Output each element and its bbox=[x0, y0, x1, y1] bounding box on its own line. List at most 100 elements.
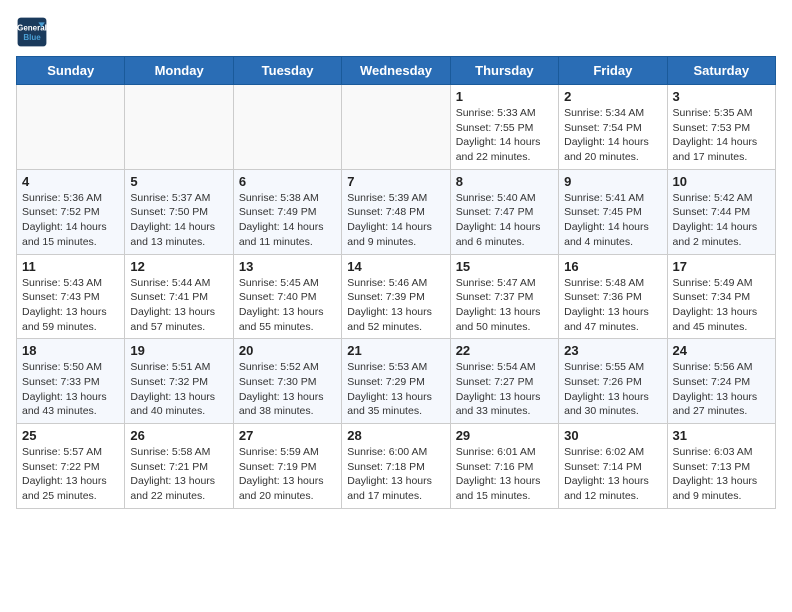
calendar-cell: 17 Sunrise: 5:49 AMSunset: 7:34 PMDayligh… bbox=[667, 254, 775, 339]
day-info: Sunrise: 5:56 AMSunset: 7:24 PMDaylight:… bbox=[673, 360, 770, 419]
day-number: 8 bbox=[456, 174, 553, 189]
calendar-table: SundayMondayTuesdayWednesdayThursdayFrid… bbox=[16, 56, 776, 509]
calendar-cell: 2 Sunrise: 5:34 AMSunset: 7:54 PMDaylight… bbox=[559, 85, 667, 170]
calendar-cell: 8 Sunrise: 5:40 AMSunset: 7:47 PMDaylight… bbox=[450, 169, 558, 254]
day-info: Sunrise: 5:46 AMSunset: 7:39 PMDaylight:… bbox=[347, 276, 444, 335]
day-header-wednesday: Wednesday bbox=[342, 57, 450, 85]
day-info: Sunrise: 6:00 AMSunset: 7:18 PMDaylight:… bbox=[347, 445, 444, 504]
day-number: 6 bbox=[239, 174, 336, 189]
calendar-cell: 15 Sunrise: 5:47 AMSunset: 7:37 PMDayligh… bbox=[450, 254, 558, 339]
day-info: Sunrise: 5:53 AMSunset: 7:29 PMDaylight:… bbox=[347, 360, 444, 419]
calendar-cell: 4 Sunrise: 5:36 AMSunset: 7:52 PMDaylight… bbox=[17, 169, 125, 254]
day-info: Sunrise: 5:50 AMSunset: 7:33 PMDaylight:… bbox=[22, 360, 119, 419]
header: General Blue bbox=[16, 16, 776, 48]
day-number: 31 bbox=[673, 428, 770, 443]
day-info: Sunrise: 5:39 AMSunset: 7:48 PMDaylight:… bbox=[347, 191, 444, 250]
calendar-cell: 1 Sunrise: 5:33 AMSunset: 7:55 PMDaylight… bbox=[450, 85, 558, 170]
calendar-cell: 24 Sunrise: 5:56 AMSunset: 7:24 PMDayligh… bbox=[667, 339, 775, 424]
calendar-cell bbox=[233, 85, 341, 170]
day-info: Sunrise: 5:34 AMSunset: 7:54 PMDaylight:… bbox=[564, 106, 661, 165]
day-info: Sunrise: 5:51 AMSunset: 7:32 PMDaylight:… bbox=[130, 360, 227, 419]
day-number: 25 bbox=[22, 428, 119, 443]
calendar-cell: 16Sunrise: 5:48 AMSunset: 7:36 PMDayligh… bbox=[559, 254, 667, 339]
logo-icon: General Blue bbox=[16, 16, 48, 48]
day-info: Sunrise: 6:01 AMSunset: 7:16 PMDaylight:… bbox=[456, 445, 553, 504]
calendar-cell: 19 Sunrise: 5:51 AMSunset: 7:32 PMDayligh… bbox=[125, 339, 233, 424]
calendar-cell: 18 Sunrise: 5:50 AMSunset: 7:33 PMDayligh… bbox=[17, 339, 125, 424]
day-info: Sunrise: 5:40 AMSunset: 7:47 PMDaylight:… bbox=[456, 191, 553, 250]
calendar-cell: 13Sunrise: 5:45 AMSunset: 7:40 PMDayligh… bbox=[233, 254, 341, 339]
day-number: 17 bbox=[673, 259, 770, 274]
day-number: 29 bbox=[456, 428, 553, 443]
day-number: 28 bbox=[347, 428, 444, 443]
day-header-sunday: Sunday bbox=[17, 57, 125, 85]
day-info: Sunrise: 5:33 AMSunset: 7:55 PMDaylight:… bbox=[456, 106, 553, 165]
day-info: Sunrise: 5:42 AMSunset: 7:44 PMDaylight:… bbox=[673, 191, 770, 250]
day-number: 18 bbox=[22, 343, 119, 358]
day-number: 22 bbox=[456, 343, 553, 358]
day-number: 4 bbox=[22, 174, 119, 189]
week-row-5: 25 Sunrise: 5:57 AMSunset: 7:22 PMDayligh… bbox=[17, 424, 776, 509]
calendar-cell: 6 Sunrise: 5:38 AMSunset: 7:49 PMDaylight… bbox=[233, 169, 341, 254]
calendar-cell: 23 Sunrise: 5:55 AMSunset: 7:26 PMDayligh… bbox=[559, 339, 667, 424]
day-info: Sunrise: 5:55 AMSunset: 7:26 PMDaylight:… bbox=[564, 360, 661, 419]
day-number: 14 bbox=[347, 259, 444, 274]
day-number: 19 bbox=[130, 343, 227, 358]
day-info: Sunrise: 5:49 AMSunset: 7:34 PMDaylight:… bbox=[673, 276, 770, 335]
calendar-cell: 29 Sunrise: 6:01 AMSunset: 7:16 PMDayligh… bbox=[450, 424, 558, 509]
day-info: Sunrise: 6:03 AMSunset: 7:13 PMDaylight:… bbox=[673, 445, 770, 504]
calendar-cell: 5 Sunrise: 5:37 AMSunset: 7:50 PMDaylight… bbox=[125, 169, 233, 254]
day-number: 3 bbox=[673, 89, 770, 104]
day-info: Sunrise: 5:47 AMSunset: 7:37 PMDaylight:… bbox=[456, 276, 553, 335]
svg-text:Blue: Blue bbox=[23, 33, 41, 42]
calendar-cell: 21Sunrise: 5:53 AMSunset: 7:29 PMDayligh… bbox=[342, 339, 450, 424]
day-info: Sunrise: 5:52 AMSunset: 7:30 PMDaylight:… bbox=[239, 360, 336, 419]
day-number: 11 bbox=[22, 259, 119, 274]
calendar-cell: 12Sunrise: 5:44 AMSunset: 7:41 PMDayligh… bbox=[125, 254, 233, 339]
header-row: SundayMondayTuesdayWednesdayThursdayFrid… bbox=[17, 57, 776, 85]
day-number: 7 bbox=[347, 174, 444, 189]
day-header-monday: Monday bbox=[125, 57, 233, 85]
calendar-cell: 7 Sunrise: 5:39 AMSunset: 7:48 PMDaylight… bbox=[342, 169, 450, 254]
calendar-cell bbox=[342, 85, 450, 170]
day-info: Sunrise: 5:35 AMSunset: 7:53 PMDaylight:… bbox=[673, 106, 770, 165]
day-header-saturday: Saturday bbox=[667, 57, 775, 85]
day-info: Sunrise: 5:36 AMSunset: 7:52 PMDaylight:… bbox=[22, 191, 119, 250]
day-header-thursday: Thursday bbox=[450, 57, 558, 85]
day-header-friday: Friday bbox=[559, 57, 667, 85]
calendar-cell: 27 Sunrise: 5:59 AMSunset: 7:19 PMDayligh… bbox=[233, 424, 341, 509]
calendar-cell: 14 Sunrise: 5:46 AMSunset: 7:39 PMDayligh… bbox=[342, 254, 450, 339]
calendar-cell: 20Sunrise: 5:52 AMSunset: 7:30 PMDayligh… bbox=[233, 339, 341, 424]
day-info: Sunrise: 5:57 AMSunset: 7:22 PMDaylight:… bbox=[22, 445, 119, 504]
day-number: 13 bbox=[239, 259, 336, 274]
day-info: Sunrise: 5:41 AMSunset: 7:45 PMDaylight:… bbox=[564, 191, 661, 250]
day-info: Sunrise: 5:59 AMSunset: 7:19 PMDaylight:… bbox=[239, 445, 336, 504]
day-info: Sunrise: 6:02 AMSunset: 7:14 PMDaylight:… bbox=[564, 445, 661, 504]
day-number: 10 bbox=[673, 174, 770, 189]
day-number: 15 bbox=[456, 259, 553, 274]
week-row-4: 18 Sunrise: 5:50 AMSunset: 7:33 PMDayligh… bbox=[17, 339, 776, 424]
calendar-cell: 9 Sunrise: 5:41 AMSunset: 7:45 PMDaylight… bbox=[559, 169, 667, 254]
calendar-cell: 26Sunrise: 5:58 AMSunset: 7:21 PMDayligh… bbox=[125, 424, 233, 509]
day-number: 5 bbox=[130, 174, 227, 189]
day-number: 1 bbox=[456, 89, 553, 104]
day-info: Sunrise: 5:37 AMSunset: 7:50 PMDaylight:… bbox=[130, 191, 227, 250]
calendar-cell bbox=[125, 85, 233, 170]
day-number: 9 bbox=[564, 174, 661, 189]
calendar-cell: 3 Sunrise: 5:35 AMSunset: 7:53 PMDaylight… bbox=[667, 85, 775, 170]
logo: General Blue bbox=[16, 16, 48, 48]
day-number: 2 bbox=[564, 89, 661, 104]
day-info: Sunrise: 5:58 AMSunset: 7:21 PMDaylight:… bbox=[130, 445, 227, 504]
day-number: 24 bbox=[673, 343, 770, 358]
calendar-cell bbox=[17, 85, 125, 170]
day-number: 27 bbox=[239, 428, 336, 443]
day-number: 23 bbox=[564, 343, 661, 358]
calendar-cell: 22 Sunrise: 5:54 AMSunset: 7:27 PMDayligh… bbox=[450, 339, 558, 424]
calendar-cell: 10 Sunrise: 5:42 AMSunset: 7:44 PMDayligh… bbox=[667, 169, 775, 254]
week-row-2: 4 Sunrise: 5:36 AMSunset: 7:52 PMDaylight… bbox=[17, 169, 776, 254]
day-info: Sunrise: 5:38 AMSunset: 7:49 PMDaylight:… bbox=[239, 191, 336, 250]
day-info: Sunrise: 5:54 AMSunset: 7:27 PMDaylight:… bbox=[456, 360, 553, 419]
calendar-cell: 31 Sunrise: 6:03 AMSunset: 7:13 PMDayligh… bbox=[667, 424, 775, 509]
calendar-cell: 25 Sunrise: 5:57 AMSunset: 7:22 PMDayligh… bbox=[17, 424, 125, 509]
day-header-tuesday: Tuesday bbox=[233, 57, 341, 85]
